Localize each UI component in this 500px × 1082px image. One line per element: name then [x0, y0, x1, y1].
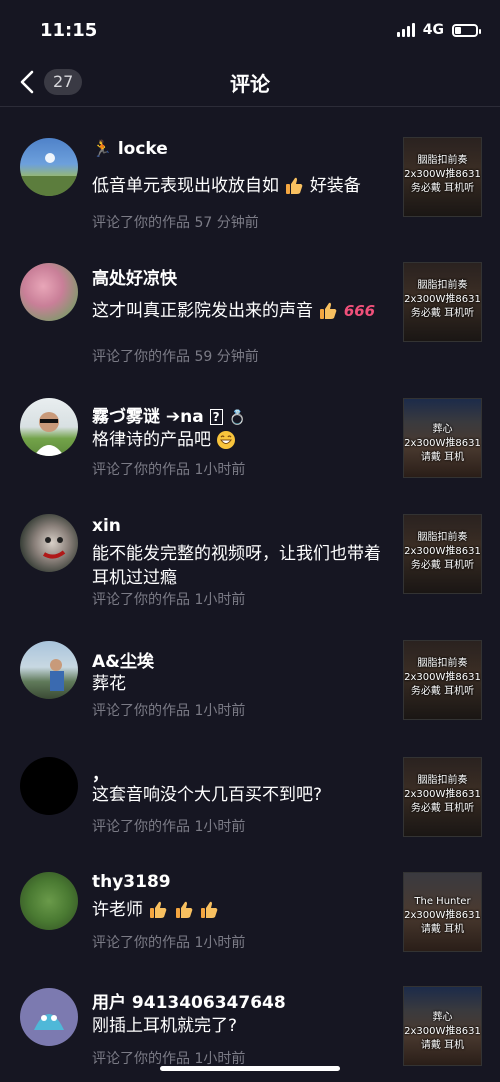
avatar-image: [20, 153, 78, 196]
comment-text: 能不能发完整的视频呀，让我们也带着耳机过过瘾: [92, 544, 381, 588]
status-time: 11:15: [40, 20, 98, 41]
list-item[interactable]: 高处好凉快 这才叫真正影院发出来的声音 666 评论了你的作品 59 分钟前 胭…: [0, 232, 500, 365]
list-item[interactable]: ， 这套音响没个大几百买不到吧? 评论了你的作品 1小时前 胭脂扣前奏 2x300…: [0, 732, 500, 852]
avatar[interactable]: [20, 138, 78, 196]
status-icons: 4G: [396, 22, 481, 38]
network-type: 4G: [422, 22, 444, 38]
comment-author[interactable]: 霧づ雾谜 ➔na ? 💍: [92, 402, 246, 427]
comment-text: 这才叫真正影院发出来的声音 666: [92, 301, 376, 321]
question-box-icon: ?: [209, 409, 223, 425]
runner-icon: 🏃: [92, 139, 112, 158]
comment-text: 这套音响没个大几百买不到吧?: [92, 785, 323, 805]
video-thumbnail[interactable]: The Hunter 2x300W推8631 请戴 耳机: [403, 872, 482, 952]
comment-author[interactable]: 🏃 locke: [92, 139, 168, 159]
comment-text: 许老师: [92, 898, 392, 922]
comment-meta: 评论了你的作品 1小时前: [92, 935, 246, 951]
avatar[interactable]: [20, 398, 78, 456]
avatar-image: [34, 1014, 64, 1030]
avatar-image: [50, 659, 64, 691]
avatar[interactable]: [20, 988, 78, 1046]
comment-meta: 评论了你的作品 1小时前: [92, 592, 246, 608]
thumbnail-caption: The Hunter 2x300W推8631 请戴 耳机: [404, 896, 481, 935]
comment-meta: 评论了你的作品 1小时前: [92, 462, 246, 478]
comment-meta: 评论了你的作品 59 分钟前: [92, 349, 259, 365]
thumbs-up-icon: [286, 177, 303, 194]
thumbnail-caption: 葬心 2x300W推8631 请戴 耳机: [404, 424, 481, 463]
comment-text: 葬花: [92, 674, 126, 694]
thumbnail-caption: 胭脂扣前奏 2x300W推8631 务必戴 耳机听: [404, 775, 481, 814]
status-bar: 11:15 4G: [0, 0, 500, 58]
list-item[interactable]: thy3189 许老师 评论了你的作品 1小时前 The Hunter 2x300…: [0, 852, 500, 972]
thumbnail-caption: 葬心 2x300W推8631 请戴 耳机: [404, 1012, 481, 1051]
thumbnail-caption: 胭脂扣前奏 2x300W推8631 务必戴 耳机听: [404, 658, 481, 697]
thumbs-up-icon: [320, 302, 337, 319]
grin-icon: [217, 431, 236, 449]
video-thumbnail[interactable]: 胭脂扣前奏 2x300W推8631 务必戴 耳机听: [403, 757, 482, 837]
video-thumbnail[interactable]: 胭脂扣前奏 2x300W推8631 务必戴 耳机听: [403, 514, 482, 594]
video-thumbnail[interactable]: 胭脂扣前奏 2x300W推8631 务必戴 耳机听: [403, 640, 482, 720]
avatar[interactable]: [20, 263, 78, 321]
list-item[interactable]: A&尘埃 葬花 评论了你的作品 1小时前 胭脂扣前奏 2x300W推8631 务必戴…: [0, 612, 500, 732]
list-item[interactable]: 霧づ雾谜 ➔na ? 💍 格律诗的产品吧 评论了你的作品 1小时前 葬心 2x30…: [0, 372, 500, 492]
666-badge: 666: [343, 302, 376, 320]
video-thumbnail[interactable]: 葬心 2x300W推8631 请戴 耳机: [403, 986, 482, 1066]
ring-icon: 💍: [228, 410, 246, 426]
avatar-image: [42, 537, 66, 559]
thumbnail-caption: 胭脂扣前奏 2x300W推8631 务必戴 耳机听: [404, 155, 481, 194]
comment-meta: 评论了你的作品 1小时前: [92, 703, 246, 719]
page-title: 评论: [230, 72, 270, 96]
signal-icon: [396, 23, 415, 37]
thumbnail-caption: 胭脂扣前奏 2x300W推8631 务必戴 耳机听: [404, 280, 481, 319]
comment-text: 低音单元表现出收放自如 好装备: [92, 176, 361, 196]
comment-text: 刚插上耳机就完了?: [92, 1016, 238, 1036]
avatar[interactable]: [20, 514, 78, 572]
home-indicator[interactable]: [160, 1066, 340, 1071]
video-thumbnail[interactable]: 胭脂扣前奏 2x300W推8631 务必戴 耳机听: [403, 137, 482, 217]
battery-icon: [452, 23, 481, 37]
comment-author[interactable]: 高处好凉快: [92, 264, 177, 289]
video-thumbnail[interactable]: 葬心 2x300W推8631 请戴 耳机: [403, 398, 482, 478]
comment-author[interactable]: ，: [92, 760, 109, 785]
comment-meta: 评论了你的作品 57 分钟前: [92, 215, 259, 231]
thumbs-up-icon: [150, 901, 167, 918]
list-item[interactable]: xin 能不能发完整的视频呀，让我们也带着耳机过过瘾 评论了你的作品 1小时前 …: [0, 492, 500, 612]
comment-text: 格律诗的产品吧: [92, 428, 392, 452]
thumbnail-caption: 胭脂扣前奏 2x300W推8631 务必戴 耳机听: [404, 532, 481, 571]
avatar[interactable]: [20, 757, 78, 815]
thumbs-up-icon: [201, 901, 218, 918]
comment-author[interactable]: A&尘埃: [92, 647, 154, 672]
comment-author[interactable]: thy3189: [92, 872, 171, 892]
comment-meta: 评论了你的作品 1小时前: [92, 1051, 246, 1067]
thumbs-up-icon: [175, 901, 193, 918]
video-thumbnail[interactable]: 胭脂扣前奏 2x300W推8631 务必戴 耳机听: [403, 262, 482, 342]
list-item[interactable]: 🏃 locke 低音单元表现出收放自如 好装备 评论了你的作品 57 分钟前 胭…: [0, 107, 500, 232]
avatar[interactable]: [20, 641, 78, 699]
avatar-image: [34, 412, 64, 456]
avatar[interactable]: [20, 872, 78, 930]
comment-author[interactable]: xin: [92, 516, 121, 536]
comment-author[interactable]: 用户 9413406347648: [92, 988, 286, 1013]
nav-bar: 27 评论: [0, 58, 500, 107]
comment-meta: 评论了你的作品 1小时前: [92, 819, 246, 835]
